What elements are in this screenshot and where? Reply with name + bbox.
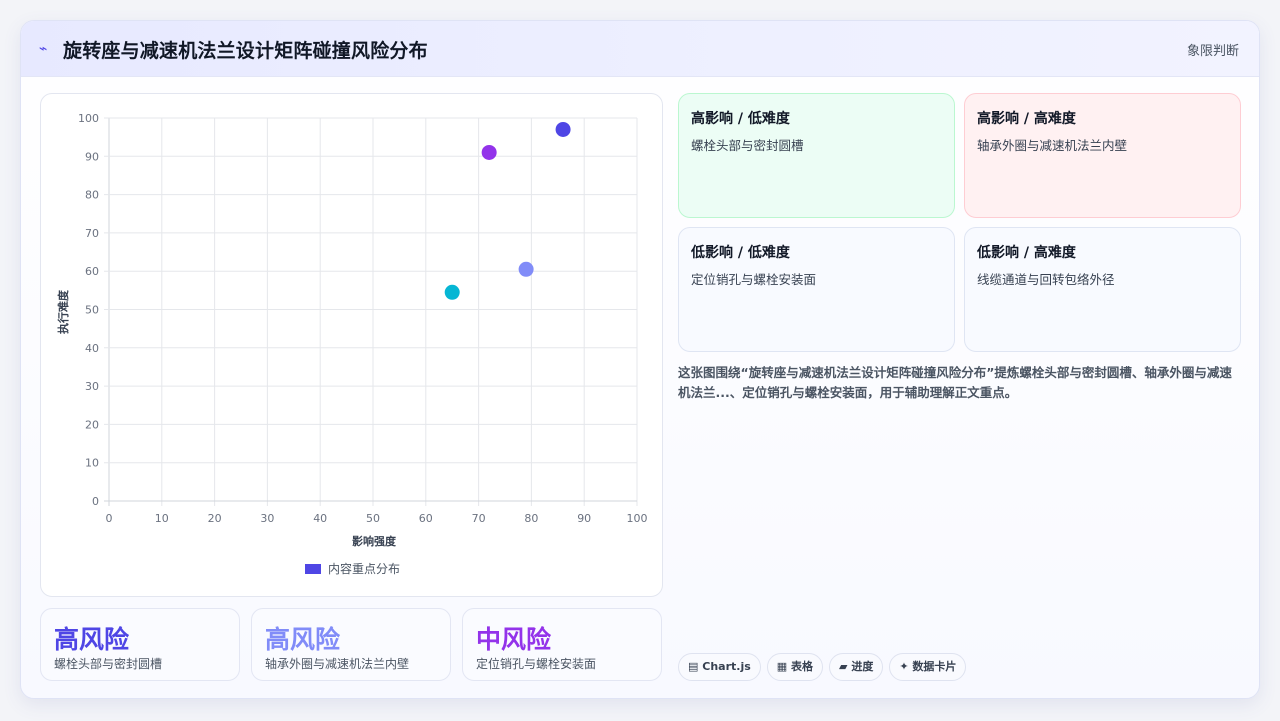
y-tick-label: 60 — [85, 265, 99, 278]
progress-icon: ▰ — [839, 660, 848, 673]
page-title: 旋转座与减速机法兰设计矩阵碰撞风险分布 — [63, 40, 428, 62]
quadrant-body: 定位销孔与螺栓安装面 — [691, 272, 817, 287]
stat-card-3: 中风险 定位销孔与螺栓安装面 — [462, 608, 662, 681]
chart-icon: ▤ — [688, 660, 699, 673]
chip-data-card[interactable]: ✦ 数据卡片 — [889, 653, 967, 681]
x-tick-label: 100 — [627, 512, 648, 525]
chip-label: 数据卡片 — [912, 660, 957, 673]
quadrant-tag: 象限判断 — [1186, 44, 1239, 59]
table-icon: ▦ — [776, 660, 788, 673]
x-axis-label: 影响强度 — [352, 534, 397, 548]
scatter-chart-panel: 0 10 20 30 40 50 60 70 80 90 100 0 10 20 30 40 50 60 70 80 9… — [40, 93, 663, 597]
stat-card-1: 高风险 螺栓头部与密封圆槽 — [40, 608, 240, 681]
y-tick-label: 90 — [85, 150, 99, 163]
scatter-point[interactable] — [481, 144, 497, 160]
quadrant-body: 轴承外圈与减速机法兰内壁 — [977, 138, 1128, 153]
y-axis-label: 执行难度 — [56, 289, 70, 334]
chart-legend[interactable]: 内容重点分布 — [305, 560, 400, 576]
chart-description: 这张图围绕“旋转座与减速机法兰设计矩阵碰撞风险分布”提炼螺栓头部与密封圆槽、轴承… — [678, 365, 1232, 400]
scatter-point[interactable] — [444, 284, 460, 300]
x-tick-label: 70 — [472, 512, 486, 525]
chip-label: Chart.js — [702, 660, 751, 673]
sparkle-icon: ✦ — [899, 660, 909, 673]
x-tick-label: 90 — [577, 512, 591, 525]
stat-level: 中风险 — [476, 625, 552, 654]
stat-level: 高风险 — [265, 625, 341, 654]
quadrant-high-impact-low-difficulty: 高影响 / 低难度 螺栓头部与密封圆槽 — [678, 93, 955, 218]
x-tick-label: 0 — [106, 512, 113, 525]
x-tick-label: 40 — [313, 512, 327, 525]
chip-progress[interactable]: ▰ 进度 — [829, 653, 884, 681]
scatter-chart: 0 10 20 30 40 50 60 70 80 90 100 0 10 20 30 40 50 60 70 80 9… — [56, 112, 648, 548]
y-tick-label: 10 — [85, 457, 99, 470]
stat-card-2: 高风险 轴承外圈与减速机法兰内壁 — [251, 608, 451, 681]
lightning-icon: ⌁ — [39, 41, 48, 57]
y-tick-label: 20 — [85, 418, 99, 431]
y-tick-label: 40 — [85, 342, 99, 355]
chip-chartjs[interactable]: ▤ Chart.js — [678, 653, 761, 681]
quadrant-title: 低影响 / 低难度 — [691, 245, 790, 261]
stat-text: 轴承外圈与减速机法兰内壁 — [265, 657, 410, 671]
stat-level: 高风险 — [54, 625, 130, 654]
quadrant-low-impact-high-difficulty: 低影响 / 高难度 线缆通道与回转包络外径 — [964, 227, 1241, 352]
stat-text: 定位销孔与螺栓安装面 — [476, 657, 597, 671]
y-tick-label: 0 — [92, 495, 99, 508]
y-tick-label: 50 — [85, 304, 99, 317]
quadrant-high-impact-high-difficulty: 高影响 / 高难度 轴承外圈与减速机法兰内壁 — [964, 93, 1241, 218]
legend-label: 内容重点分布 — [328, 562, 401, 576]
x-tick-label: 20 — [208, 512, 222, 525]
legend-swatch — [305, 563, 321, 574]
y-tick-label: 30 — [85, 380, 99, 393]
y-tick-label: 80 — [85, 189, 99, 202]
quadrant-title: 高影响 / 高难度 — [977, 111, 1076, 127]
quadrant-low-impact-low-difficulty: 低影响 / 低难度 定位销孔与螺栓安装面 — [678, 227, 955, 352]
quadrant-title: 高影响 / 低难度 — [691, 111, 790, 127]
y-tick-label: 100 — [78, 112, 99, 125]
stat-text: 螺栓头部与密封圆槽 — [54, 657, 163, 671]
header-bar: ⌁ 旋转座与减速机法兰设计矩阵碰撞风险分布 象限判断 — [21, 21, 1259, 77]
quadrant-title: 低影响 / 高难度 — [977, 245, 1076, 261]
chip-label: 进度 — [851, 660, 874, 673]
chip-label: 表格 — [791, 660, 814, 673]
scatter-point[interactable] — [518, 261, 534, 277]
chip-table[interactable]: ▦ 表格 — [766, 653, 824, 681]
y-tick-label: 70 — [85, 227, 99, 240]
x-tick-label: 80 — [524, 512, 538, 525]
feature-chips: ▤ Chart.js ▦ 表格 ▰ 进度 ✦ 数据卡片 — [678, 653, 972, 681]
x-tick-label: 30 — [260, 512, 274, 525]
scatter-point[interactable] — [555, 121, 571, 137]
quadrant-body: 线缆通道与回转包络外径 — [977, 272, 1115, 287]
main-card: ⌁ 旋转座与减速机法兰设计矩阵碰撞风险分布 象限判断 0 10 20 30 40 50 60… — [20, 20, 1260, 699]
x-tick-label: 50 — [366, 512, 380, 525]
x-tick-label: 60 — [419, 512, 433, 525]
quadrant-body: 螺栓头部与密封圆槽 — [691, 138, 804, 153]
x-tick-label: 10 — [155, 512, 169, 525]
